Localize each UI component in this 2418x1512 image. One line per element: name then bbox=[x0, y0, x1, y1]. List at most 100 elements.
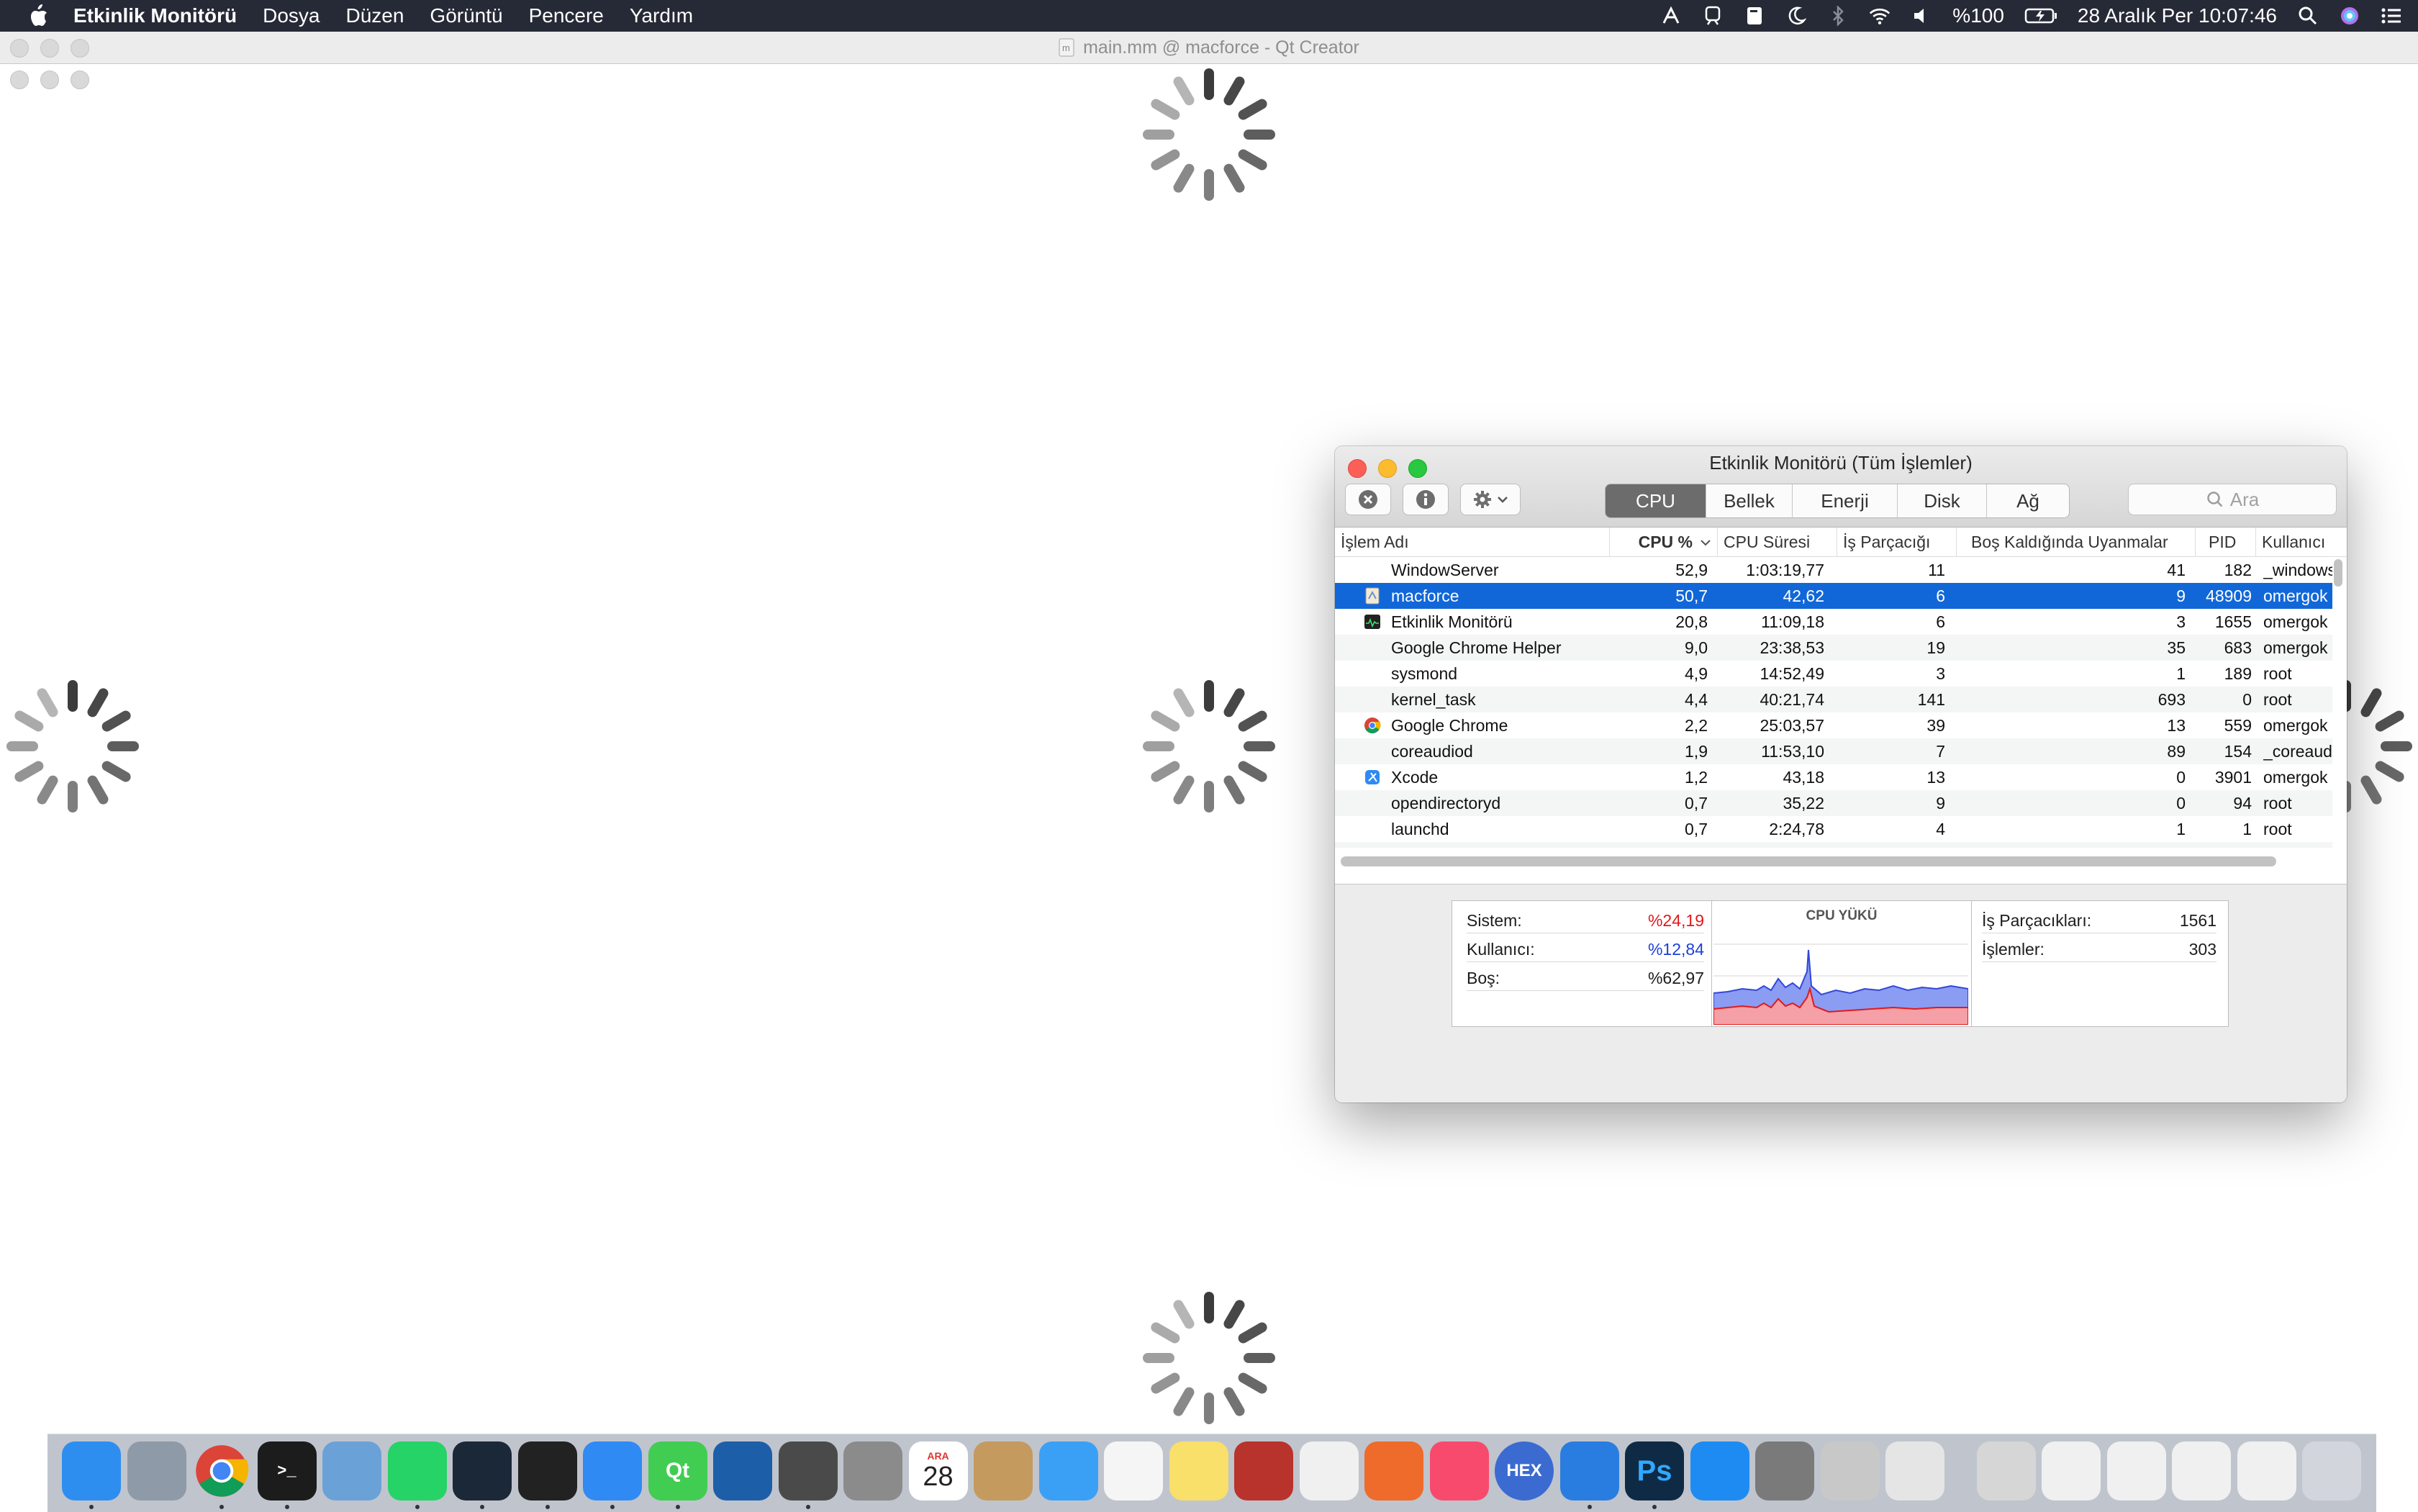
photo-booth-icon[interactable] bbox=[1234, 1441, 1293, 1500]
finder-icon[interactable] bbox=[62, 1441, 121, 1500]
table-row[interactable]: coreaudiod 1,9 11:53,10 7 89 154 _coreaudiod bbox=[1335, 738, 2332, 764]
vertical-scrollbar[interactable] bbox=[2334, 559, 2342, 587]
tab-disk[interactable]: Disk bbox=[1898, 484, 1987, 517]
virtualbox-icon[interactable] bbox=[713, 1441, 772, 1500]
app-store-icon[interactable] bbox=[1690, 1441, 1749, 1500]
chrome-icon[interactable] bbox=[192, 1441, 251, 1500]
activity-monitor-icon[interactable] bbox=[517, 1441, 577, 1500]
system-preferences-icon[interactable] bbox=[1755, 1441, 1814, 1500]
reminders-icon[interactable] bbox=[1104, 1441, 1163, 1500]
hex-label: HEX bbox=[1506, 1461, 1542, 1480]
whatsapp-icon[interactable] bbox=[387, 1441, 447, 1500]
table-row[interactable]: launchd 0,7 2:24,78 4 1 1 root bbox=[1335, 816, 2332, 842]
menu-edit[interactable]: Düzen bbox=[345, 4, 404, 27]
downloads-stack-icon[interactable] bbox=[1976, 1441, 2036, 1500]
tab-network[interactable]: Ağ bbox=[1987, 484, 2069, 517]
menu-file[interactable]: Dosya bbox=[263, 4, 320, 27]
menu-view[interactable]: Görüntü bbox=[430, 4, 502, 27]
volume-icon[interactable] bbox=[1911, 5, 1932, 27]
launchpad-icon[interactable] bbox=[127, 1441, 186, 1500]
table-row[interactable]: Google Chrome Helper 9,0 23:38,53 19 35 683 om… bbox=[1335, 635, 2332, 661]
photos-icon[interactable] bbox=[1299, 1441, 1359, 1500]
color-picker-icon[interactable] bbox=[1559, 1441, 1619, 1500]
table-row[interactable]: notifyd0,6 36,65 3 0 118 root bbox=[1335, 842, 2332, 848]
inspect-process-button[interactable] bbox=[1403, 484, 1449, 515]
spinner-spoke bbox=[1244, 130, 1275, 140]
preview-icon[interactable] bbox=[322, 1441, 381, 1500]
apple-menu-icon[interactable] bbox=[27, 4, 49, 28]
hex-fiend-icon[interactable]: HEX bbox=[1495, 1441, 1554, 1500]
window-thumb-icon[interactable] bbox=[2172, 1441, 2231, 1500]
table-row[interactable]: kernel_task 4,4 40:21,74 141 693 0 root bbox=[1335, 687, 2332, 712]
spotlight-search-icon[interactable] bbox=[2297, 5, 2319, 27]
wifi-icon[interactable] bbox=[1869, 5, 1891, 27]
table-row[interactable]: macforce 50,7 42,62 6 9 48909 omergok bbox=[1335, 583, 2332, 609]
notification-center-icon[interactable] bbox=[2381, 5, 2402, 27]
column-header-user[interactable]: Kullanıcı bbox=[2256, 528, 2347, 556]
minimize-button[interactable] bbox=[40, 39, 59, 58]
notes-icon[interactable] bbox=[1169, 1441, 1228, 1500]
siri-icon[interactable] bbox=[2339, 5, 2360, 27]
calculator-icon[interactable] bbox=[843, 1441, 902, 1500]
column-header-process-name[interactable]: İşlem Adı bbox=[1335, 528, 1610, 556]
battery-icon[interactable] bbox=[2024, 5, 2057, 27]
cpu-time: 40:21,74 bbox=[1760, 690, 1824, 709]
idle-wakeups: 41 bbox=[2167, 561, 2186, 579]
quit-process-button[interactable] bbox=[1345, 484, 1391, 515]
inner-window-controls[interactable] bbox=[10, 71, 89, 89]
night-shift-icon[interactable] bbox=[1785, 5, 1807, 27]
books-icon[interactable] bbox=[1364, 1441, 1423, 1500]
table-row[interactable]: Google Chrome 2,2 25:03,57 39 13 559 omergok bbox=[1335, 712, 2332, 738]
table-row[interactable]: opendirectoryd 0,7 35,22 9 0 94 root bbox=[1335, 790, 2332, 816]
window-thumb-icon[interactable] bbox=[2106, 1441, 2166, 1500]
battery-percentage[interactable]: %100 bbox=[1952, 4, 2004, 27]
column-header-idle-wakeups[interactable]: Boş Kaldığında Uyanmalar bbox=[1957, 528, 2196, 556]
horizontal-scrollbar[interactable] bbox=[1341, 856, 2276, 866]
preview-doc-icon[interactable] bbox=[1885, 1441, 1944, 1500]
contacts-icon[interactable] bbox=[974, 1441, 1033, 1500]
train-icon[interactable] bbox=[1702, 5, 1724, 27]
terminal-icon[interactable]: >_ bbox=[257, 1441, 317, 1500]
close-button[interactable] bbox=[10, 39, 29, 58]
tab-cpu[interactable]: CPU bbox=[1606, 484, 1706, 517]
photoshop-icon[interactable]: Ps bbox=[1625, 1441, 1684, 1500]
tab-memory[interactable]: Bellek bbox=[1706, 484, 1793, 517]
zoom-button[interactable] bbox=[71, 71, 89, 89]
minimize-button[interactable] bbox=[40, 71, 59, 89]
idle-wakeups: 3 bbox=[2176, 612, 2186, 631]
trash-icon[interactable] bbox=[2302, 1441, 2361, 1500]
utility-icon[interactable] bbox=[1820, 1441, 1880, 1500]
table-row[interactable]: WindowServer 52,9 1:03:19,77 11 41 182 _window… bbox=[1335, 557, 2332, 583]
close-button[interactable] bbox=[10, 71, 29, 89]
zoom-button[interactable] bbox=[71, 39, 89, 58]
window-thumb-icon[interactable] bbox=[2237, 1441, 2296, 1500]
user-name: omergok bbox=[2263, 587, 2328, 605]
menu-app-name[interactable]: Etkinlik Monitörü bbox=[73, 4, 237, 27]
idle-wakeups: 0 bbox=[1957, 842, 2186, 848]
clock[interactable]: 28 Aralık Per 10:07:46 bbox=[2078, 4, 2277, 27]
qt-label: Qt bbox=[665, 1459, 690, 1482]
books-icon[interactable] bbox=[1744, 5, 1765, 27]
calendar-icon[interactable]: ARA 28 bbox=[908, 1441, 968, 1500]
qt-creator-icon[interactable]: Qt bbox=[648, 1441, 707, 1500]
qt-window-controls[interactable] bbox=[10, 39, 89, 58]
xcode-icon[interactable] bbox=[583, 1441, 642, 1500]
column-header-pid[interactable]: PID bbox=[2196, 528, 2256, 556]
steam-icon[interactable] bbox=[453, 1441, 512, 1500]
messages-icon[interactable] bbox=[1038, 1441, 1098, 1500]
column-header-threads[interactable]: İş Parçacığı bbox=[1837, 528, 1957, 556]
network-monitor-icon[interactable] bbox=[1660, 5, 1682, 27]
table-row[interactable]: Xcode 1,2 43,18 13 0 3901 omergok bbox=[1335, 764, 2332, 790]
music-icon[interactable] bbox=[1429, 1441, 1489, 1500]
column-header-cpu-time[interactable]: CPU Süresi bbox=[1718, 528, 1837, 556]
tab-energy[interactable]: Enerji bbox=[1793, 484, 1898, 517]
menu-help[interactable]: Yardım bbox=[630, 4, 693, 27]
window-thumb-icon[interactable] bbox=[2042, 1441, 2101, 1500]
action-menu-button[interactable] bbox=[1460, 484, 1521, 515]
menu-window[interactable]: Pencere bbox=[529, 4, 604, 27]
table-row[interactable]: sysmond 4,9 14:52,49 3 1 189 root bbox=[1335, 661, 2332, 687]
bluetooth-icon[interactable] bbox=[1827, 5, 1849, 27]
search-field[interactable]: Ara bbox=[2128, 484, 2337, 515]
sublime-icon[interactable] bbox=[778, 1441, 838, 1500]
table-row[interactable]: Etkinlik Monitörü 20,8 11:09,18 6 3 1655 omerg… bbox=[1335, 609, 2332, 635]
